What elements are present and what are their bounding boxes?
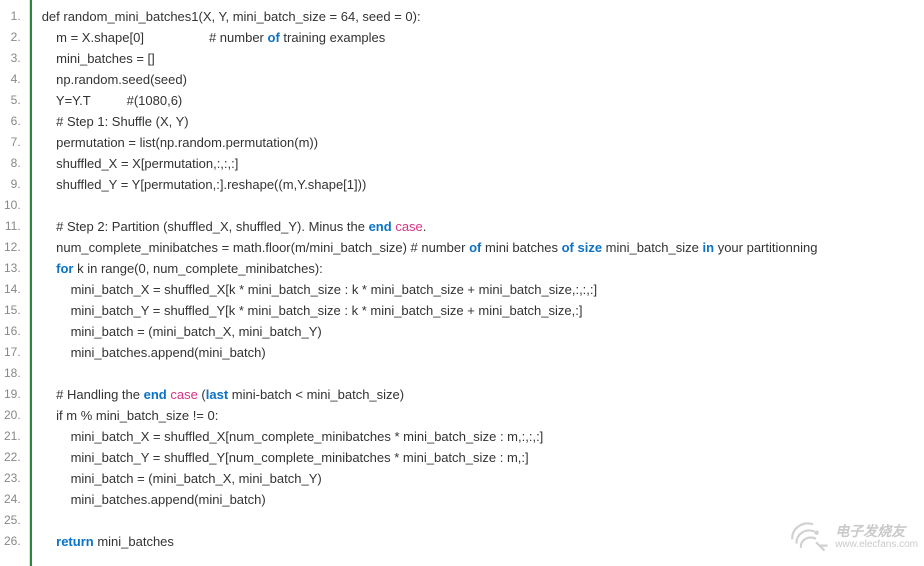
- line-number: 26.: [4, 531, 21, 552]
- line-number: 3.: [4, 48, 21, 69]
- line-number: 23.: [4, 468, 21, 489]
- line-number-gutter: 1.2.3.4.5.6.7.8.9.10.11.12.13.14.15.16.1…: [0, 0, 30, 566]
- line-number: 10.: [4, 195, 21, 216]
- keyword: end: [369, 219, 392, 234]
- line-number: 2.: [4, 27, 21, 48]
- keyword: case: [170, 387, 197, 402]
- keyword: of: [562, 240, 574, 255]
- code-line: mini_batch_Y = shuffled_Y[num_complete_m…: [42, 447, 924, 468]
- code-line: # Step 1: Shuffle (X, Y): [42, 111, 924, 132]
- line-number: 11.: [4, 216, 21, 237]
- line-number: 9.: [4, 174, 21, 195]
- line-number: 14.: [4, 279, 21, 300]
- code-line: mini_batch = (mini_batch_X, mini_batch_Y…: [42, 321, 924, 342]
- line-number: 21.: [4, 426, 21, 447]
- code-line: for k in range(0, num_complete_minibatch…: [42, 258, 924, 279]
- keyword: end: [144, 387, 167, 402]
- code-line: [42, 195, 924, 216]
- code-line: m = X.shape[0] # number of training exam…: [42, 27, 924, 48]
- code-line: # Step 2: Partition (shuffled_X, shuffle…: [42, 216, 924, 237]
- code-line: if m % mini_batch_size != 0:: [42, 405, 924, 426]
- line-number: 19.: [4, 384, 21, 405]
- line-number: 12.: [4, 237, 21, 258]
- code-line: shuffled_X = X[permutation,:,:,:]: [42, 153, 924, 174]
- keyword: in: [703, 240, 715, 255]
- code-line: return mini_batches: [42, 531, 924, 552]
- code-line: shuffled_Y = Y[permutation,:].reshape((m…: [42, 174, 924, 195]
- code-line: # Handling the end case (last mini-batch…: [42, 384, 924, 405]
- line-number: 22.: [4, 447, 21, 468]
- code-area: def random_mini_batches1(X, Y, mini_batc…: [30, 0, 924, 566]
- keyword: for: [56, 261, 73, 276]
- line-number: 7.: [4, 132, 21, 153]
- code-line: mini_batch_Y = shuffled_Y[k * mini_batch…: [42, 300, 924, 321]
- line-number: 13.: [4, 258, 21, 279]
- line-number: 16.: [4, 321, 21, 342]
- code-line: permutation = list(np.random.permutation…: [42, 132, 924, 153]
- code-line: def random_mini_batches1(X, Y, mini_batc…: [42, 6, 924, 27]
- code-line: np.random.seed(seed): [42, 69, 924, 90]
- line-number: 4.: [4, 69, 21, 90]
- code-line: [42, 510, 924, 531]
- line-number: 1.: [4, 6, 21, 27]
- line-number: 6.: [4, 111, 21, 132]
- line-number: 5.: [4, 90, 21, 111]
- line-number: 24.: [4, 489, 21, 510]
- keyword: of: [268, 30, 280, 45]
- line-number: 25.: [4, 510, 21, 531]
- keyword: return: [56, 534, 94, 549]
- code-line: mini_batch_X = shuffled_X[k * mini_batch…: [42, 279, 924, 300]
- code-block: 1.2.3.4.5.6.7.8.9.10.11.12.13.14.15.16.1…: [0, 0, 924, 566]
- code-line: mini_batches = []: [42, 48, 924, 69]
- keyword: of: [469, 240, 481, 255]
- keyword: case: [395, 219, 422, 234]
- keyword: last: [206, 387, 228, 402]
- code-line: mini_batch_X = shuffled_X[num_complete_m…: [42, 426, 924, 447]
- line-number: 17.: [4, 342, 21, 363]
- keyword: size: [577, 240, 602, 255]
- code-line: mini_batches.append(mini_batch): [42, 342, 924, 363]
- line-number: 18.: [4, 363, 21, 384]
- line-number: 15.: [4, 300, 21, 321]
- code-line: mini_batch = (mini_batch_X, mini_batch_Y…: [42, 468, 924, 489]
- line-number: 20.: [4, 405, 21, 426]
- code-line: mini_batches.append(mini_batch): [42, 489, 924, 510]
- code-line: num_complete_minibatches = math.floor(m/…: [42, 237, 924, 258]
- line-number: 8.: [4, 153, 21, 174]
- code-line: Y=Y.T #(1080,6): [42, 90, 924, 111]
- code-line: [42, 363, 924, 384]
